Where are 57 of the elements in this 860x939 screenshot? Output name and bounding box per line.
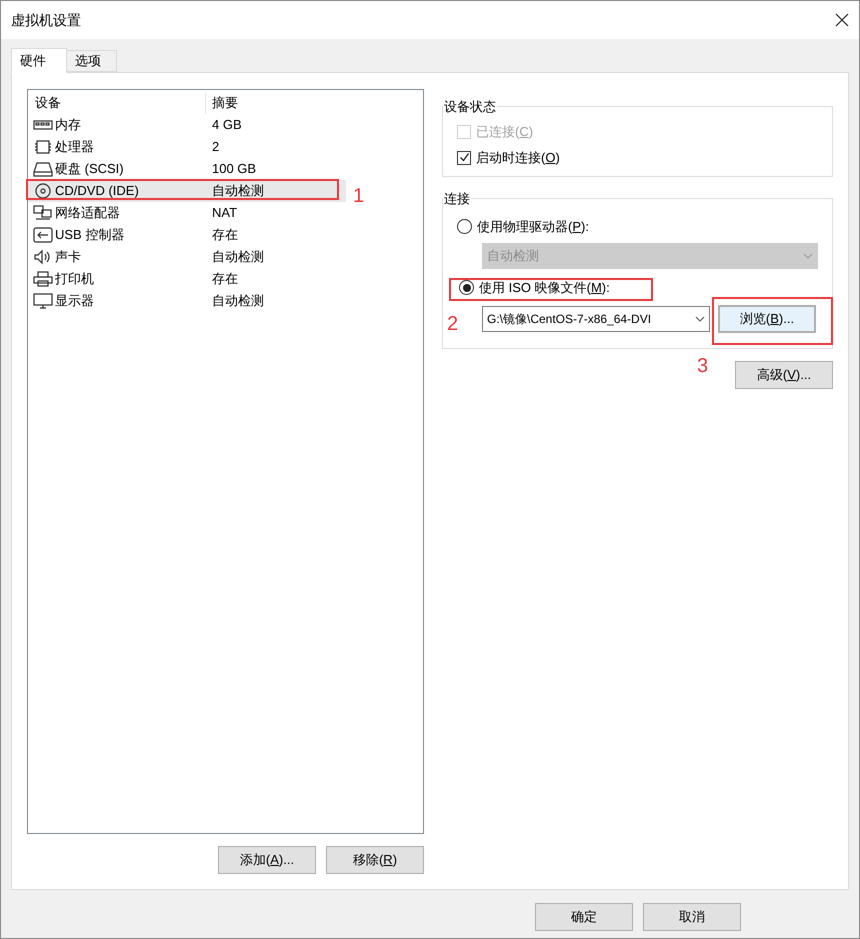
group-title: 设备状态 xyxy=(443,98,497,116)
printer-icon xyxy=(33,271,53,287)
chevron-down-icon xyxy=(695,316,705,322)
checkbox-option[interactable]: 启动时连接(O) xyxy=(457,144,818,170)
device-row[interactable]: 硬盘 (SCSI) 100 GB xyxy=(28,158,346,180)
advanced-button[interactable]: 高级(V)... xyxy=(735,361,833,389)
device-name: 内存 xyxy=(55,116,81,134)
device-summary: 2 xyxy=(211,138,220,156)
column-header[interactable]: 摘要 xyxy=(206,93,238,113)
device-name: 打印机 xyxy=(55,270,94,288)
chip-icon xyxy=(33,139,53,155)
device-name: CD/DVD (IDE) xyxy=(55,182,139,200)
step-number: 1 xyxy=(353,184,364,209)
tab[interactable]: 选项 xyxy=(67,50,117,72)
device-name: 显示器 xyxy=(55,292,94,310)
device-summary: 4 GB xyxy=(211,116,242,134)
radio-option[interactable]: 使用 ISO 映像文件(M): xyxy=(459,276,610,298)
cancel-button[interactable]: 取消 xyxy=(643,903,741,931)
ok-button[interactable]: 确定 xyxy=(535,903,633,931)
device-row[interactable]: 显示器 自动检测 xyxy=(28,290,346,312)
group-title: 连接 xyxy=(443,190,471,208)
device-row[interactable]: 网络适配器 NAT xyxy=(28,202,346,224)
device-row[interactable]: USB 控制器 存在 xyxy=(28,224,346,246)
device-summary: 存在 xyxy=(211,226,238,244)
device-summary: 自动检测 xyxy=(211,292,264,310)
device-name: 硬盘 (SCSI) xyxy=(55,160,124,178)
radio-button[interactable] xyxy=(459,280,474,295)
device-summary: 存在 xyxy=(211,270,238,288)
device-summary: 自动检测 xyxy=(211,182,264,200)
close-icon[interactable] xyxy=(835,13,849,27)
device-name: 声卡 xyxy=(55,248,81,266)
remove-button[interactable]: 移除(R) xyxy=(326,846,424,874)
column-header[interactable]: 设备 xyxy=(28,92,206,114)
checkbox[interactable] xyxy=(457,150,471,164)
device-summary: 自动检测 xyxy=(211,248,264,266)
step-number: 3 xyxy=(697,354,708,379)
iso-path-dropdown[interactable]: G:\镜像\CentOS-7-x86_64-DVI xyxy=(482,306,710,332)
device-row[interactable]: 声卡 自动检测 xyxy=(28,246,346,268)
disk-drive-icon xyxy=(33,161,53,177)
usb-icon xyxy=(33,227,53,243)
device-summary: NAT xyxy=(211,204,238,222)
device-name: 网络适配器 xyxy=(55,204,120,222)
browse-button[interactable]: 浏览(B)... xyxy=(718,304,816,332)
step-number: 2 xyxy=(447,312,458,337)
tab[interactable]: 硬件 xyxy=(11,48,67,73)
device-row[interactable]: 处理器 2 xyxy=(28,136,346,158)
network-icon xyxy=(33,205,53,221)
window-title: 虚拟机设置 xyxy=(11,10,81,30)
monitor-icon xyxy=(33,293,53,309)
device-name: USB 控制器 xyxy=(55,226,124,244)
device-summary: 100 GB xyxy=(211,160,256,178)
device-name: 处理器 xyxy=(55,138,94,156)
add-button[interactable]: 添加(A)... xyxy=(218,846,316,874)
device-row[interactable]: 打印机 存在 xyxy=(28,268,346,290)
chevron-down-icon xyxy=(803,252,813,258)
disc-icon xyxy=(33,183,53,199)
device-row[interactable]: 内存 4 GB xyxy=(28,114,346,136)
